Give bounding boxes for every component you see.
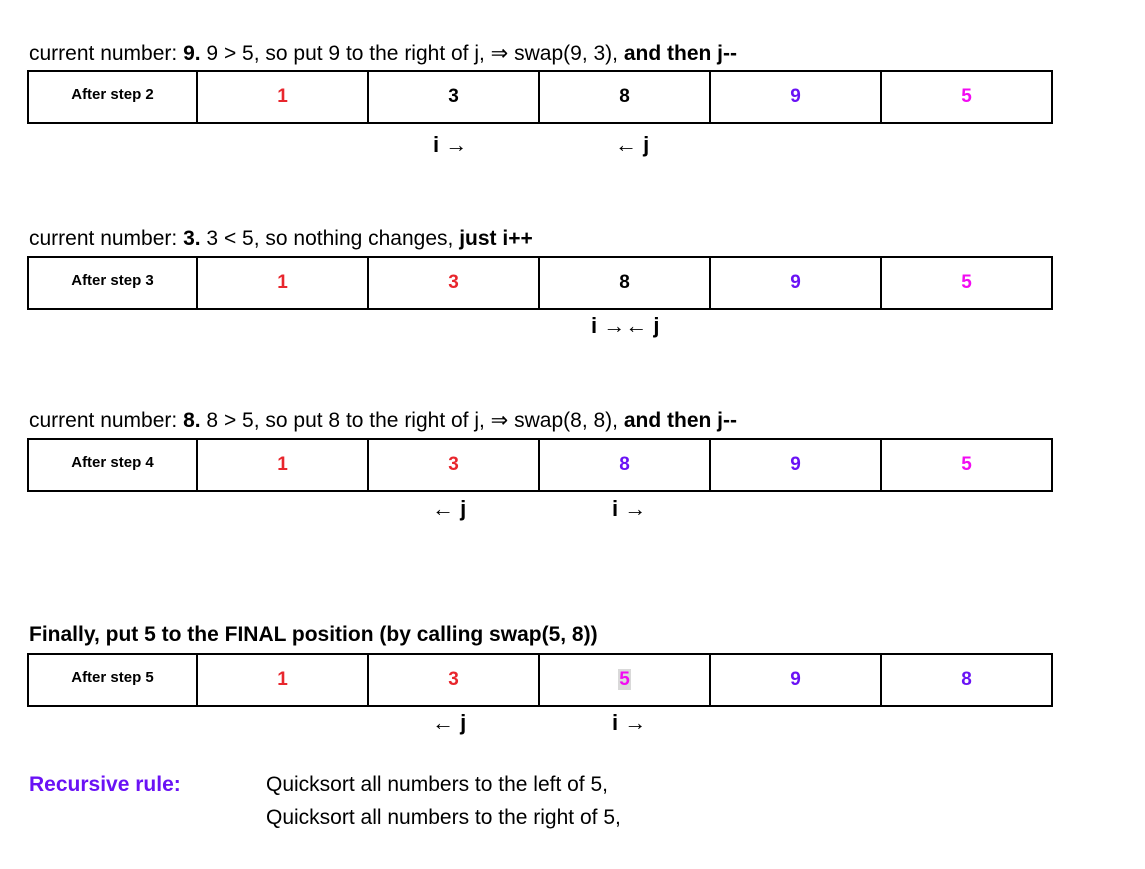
pointer-i: i →: [612, 710, 647, 735]
pointer-j: ← j: [432, 496, 467, 521]
array-cell: 8: [538, 70, 711, 124]
array-cell: 3: [367, 653, 540, 707]
step4-array-table: After step 4 1 3 8 9 5: [27, 438, 1053, 492]
caption-emphasis: just i++: [459, 227, 533, 250]
caption-text: 8 > 5, so put 8 to the right of j, ⇒ swa…: [200, 409, 624, 432]
caption-text: current number:: [29, 42, 184, 65]
step4-caption: current number: 8. 8 > 5, so put 8 to th…: [29, 408, 737, 434]
array-cell: 1: [196, 70, 369, 124]
array-cell: 5: [880, 438, 1053, 492]
step-label: After step 5: [27, 653, 198, 707]
caption-text: 9 > 5, so put 9 to the right of j, ⇒ swa…: [200, 42, 624, 65]
array-cell: 3: [367, 438, 540, 492]
pointer-i: i →: [433, 132, 468, 157]
array-cell: 5: [880, 256, 1053, 310]
caption-text: current number:: [29, 409, 184, 432]
array-cell: 5: [880, 70, 1053, 124]
recursive-rule-line: Quicksort all numbers to the left of 5,: [266, 773, 608, 796]
caption-number: 3.: [183, 227, 201, 250]
array-cell: 8: [538, 438, 711, 492]
array-cell: 9: [709, 70, 882, 124]
step2-caption: current number: 9. 9 > 5, so put 9 to th…: [29, 41, 737, 67]
caption-number: 8.: [183, 409, 201, 432]
array-cell: 1: [196, 256, 369, 310]
caption-number: 9.: [183, 42, 201, 65]
array-cell: 3: [367, 70, 540, 124]
array-cell: 3: [367, 256, 540, 310]
recursive-rule-line: Quicksort all numbers to the right of 5,: [266, 806, 621, 829]
step-label: After step 2: [27, 70, 198, 124]
array-cell: 9: [709, 256, 882, 310]
array-cell-pivot: 5: [538, 653, 711, 707]
array-cell: 8: [538, 256, 711, 310]
array-cell: 9: [709, 653, 882, 707]
step2-array-table: After step 2 1 3 8 9 5: [27, 70, 1053, 124]
pointer-j: ← j: [432, 710, 467, 735]
step3-caption: current number: 3. 3 < 5, so nothing cha…: [29, 226, 533, 252]
recursive-rule-label: Recursive rule:: [29, 773, 181, 796]
pointer-j: ← j: [615, 132, 650, 157]
step5-array-table: After step 5 1 3 5 9 8: [27, 653, 1053, 707]
table-row: After step 5 1 3 5 9 8: [27, 653, 1053, 707]
step-label: After step 4: [27, 438, 198, 492]
caption-text: current number:: [29, 227, 184, 250]
caption-text: 3 < 5, so nothing changes,: [200, 227, 460, 250]
caption-emphasis: and then j--: [623, 409, 737, 432]
table-row: After step 2 1 3 8 9 5: [27, 70, 1053, 124]
array-cell: 1: [196, 438, 369, 492]
array-cell: 1: [196, 653, 369, 707]
pointer-i: i →: [612, 496, 647, 521]
caption-emphasis: and then j--: [623, 42, 737, 65]
final-caption: Finally, put 5 to the FINAL position (by…: [29, 623, 598, 646]
step3-array-table: After step 3 1 3 8 9 5: [27, 256, 1053, 310]
step-label: After step 3: [27, 256, 198, 310]
table-row: After step 4 1 3 8 9 5: [27, 438, 1053, 492]
array-cell: 8: [880, 653, 1053, 707]
array-cell: 9: [709, 438, 882, 492]
table-row: After step 3 1 3 8 9 5: [27, 256, 1053, 310]
pointer-i-j: i →← j: [591, 313, 660, 338]
pivot-highlight: 5: [618, 669, 631, 690]
